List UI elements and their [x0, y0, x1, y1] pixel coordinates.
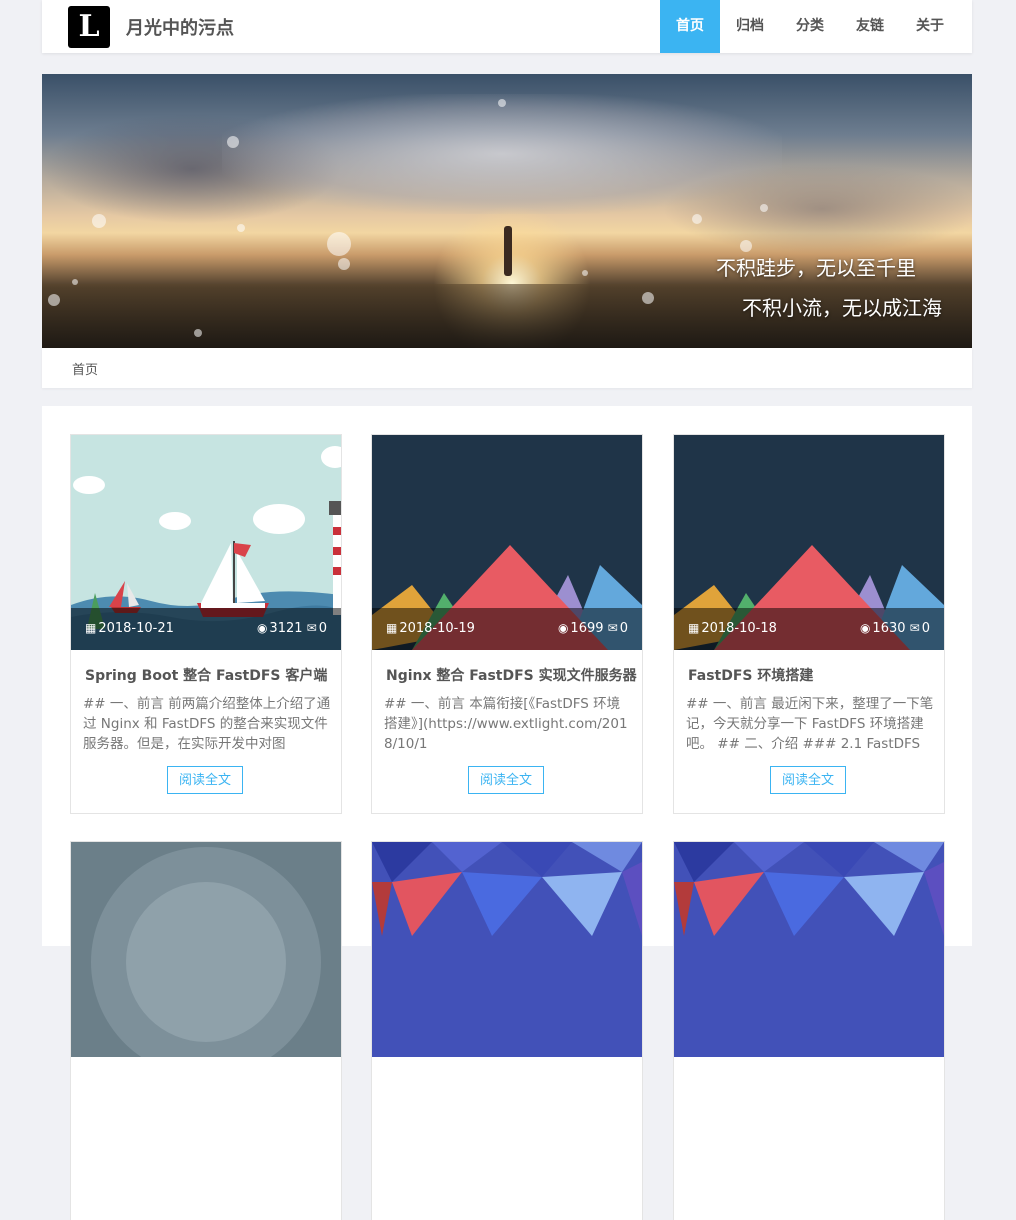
particle	[498, 99, 506, 107]
calendar-icon: ▦	[85, 621, 97, 635]
top-navbar: L 月光中的污点 首页 归档 分类 友链 关于	[42, 0, 972, 53]
post-excerpt: ## 一、前言 最近闲下来，整理了一下笔记，今天就分享一下 FastDFS 环境…	[686, 696, 934, 752]
post-thumbnail[interactable]	[674, 842, 944, 1057]
post-thumbnail[interactable]: ▦ 2018-10-18 ◉ 1630 ✉ 0	[674, 435, 944, 650]
post-card: ▦ 2018-10-18 ◉ 1630 ✉ 0 FastDFS 环境搭建 ## 一、前…	[673, 434, 945, 814]
particle	[338, 258, 350, 270]
post-views: 1630	[872, 621, 906, 636]
post-title[interactable]: Spring Boot 整合 FastDFS 客户端	[85, 665, 327, 685]
particle	[237, 224, 245, 232]
post-card	[70, 841, 342, 1220]
post-date: ▦ 2018-10-19	[386, 621, 475, 636]
calendar-icon: ▦	[688, 621, 700, 635]
post-date-text: 2018-10-18	[701, 621, 777, 636]
menu-item-links[interactable]: 友链	[840, 0, 900, 53]
post-title[interactable]: FastDFS 环境搭建	[688, 665, 813, 685]
post-stats: ◉ 1699 ✉ 0	[558, 621, 628, 636]
comment-icon: ✉	[306, 621, 317, 635]
post-card: ▦ 2018-10-21 ◉ 3121 ✉ 0 Spring Boot 整合 Fast…	[70, 434, 342, 814]
particle	[327, 232, 351, 256]
banner-cloud	[662, 164, 972, 254]
post-list: ▦ 2018-10-21 ◉ 3121 ✉ 0 Spring Boot 整合 Fast…	[42, 406, 972, 1220]
banner-figure	[504, 226, 512, 276]
post-date-text: 2018-10-21	[98, 621, 174, 636]
calendar-icon: ▦	[386, 621, 398, 635]
post-meta-bar: ▦ 2018-10-18 ◉ 1630 ✉ 0	[674, 608, 944, 650]
post-excerpt: ## 一、前言 前两篇介绍整体上介绍了通过 Nginx 和 FastDFS 的整…	[83, 696, 331, 752]
post-card	[673, 841, 945, 1220]
menu-item-category[interactable]: 分类	[780, 0, 840, 53]
post-date: ▦ 2018-10-21	[85, 621, 174, 636]
post-stats: ◉ 1630 ✉ 0	[860, 621, 930, 636]
post-date-text: 2018-10-19	[399, 621, 475, 636]
breadcrumb: 首页	[42, 348, 972, 388]
particle	[642, 292, 654, 304]
post-date: ▦ 2018-10-18	[688, 621, 777, 636]
post-thumbnail[interactable]	[372, 842, 642, 1057]
particle	[72, 279, 78, 285]
comment-icon: ✉	[909, 621, 920, 635]
read-more-button[interactable]: 阅读全文	[167, 766, 243, 794]
post-comments: 0	[921, 621, 930, 636]
post-thumbnail[interactable]: ▦ 2018-10-21 ◉ 3121 ✉ 0	[71, 435, 341, 650]
hero-banner: 不积跬步，无以至千里 不积小流，无以成江海	[42, 74, 972, 348]
read-more-button[interactable]: 阅读全文	[468, 766, 544, 794]
post-views: 1699	[570, 621, 604, 636]
post-card: ▦ 2018-10-19 ◉ 1699 ✉ 0 Nginx 整合 FastDFS 实现…	[371, 434, 643, 814]
menu-item-archive[interactable]: 归档	[720, 0, 780, 53]
circles-illustration	[71, 842, 341, 1057]
post-card	[371, 841, 643, 1220]
post-thumbnail[interactable]	[71, 842, 341, 1057]
menu-item-about[interactable]: 关于	[900, 0, 960, 53]
particle	[227, 136, 239, 148]
particle	[692, 214, 702, 224]
post-excerpt: ## 一、前言 本篇衔接[《FastDFS 环境搭建》](https://www…	[384, 696, 628, 752]
post-views: 3121	[269, 621, 303, 636]
breadcrumb-home[interactable]: 首页	[72, 359, 98, 378]
post-stats: ◉ 3121 ✉ 0	[257, 621, 327, 636]
particle	[92, 214, 106, 228]
polygon-illustration	[372, 842, 642, 1057]
particle	[760, 204, 768, 212]
site-title[interactable]: 月光中的污点	[126, 14, 234, 40]
eye-icon: ◉	[859, 621, 871, 635]
particle	[582, 270, 588, 276]
comment-icon: ✉	[607, 621, 618, 635]
site-logo[interactable]: L	[68, 6, 110, 48]
banner-quote-line-2: 不积小流，无以成江海	[742, 296, 942, 320]
particle	[740, 240, 752, 252]
post-meta-bar: ▦ 2018-10-21 ◉ 3121 ✉ 0	[71, 608, 341, 650]
menu-item-home[interactable]: 首页	[660, 0, 720, 53]
post-thumbnail[interactable]: ▦ 2018-10-19 ◉ 1699 ✉ 0	[372, 435, 642, 650]
polygon-illustration	[674, 842, 944, 1057]
eye-icon: ◉	[557, 621, 569, 635]
post-title[interactable]: Nginx 整合 FastDFS 实现文件服务器	[386, 665, 637, 685]
eye-icon: ◉	[256, 621, 268, 635]
post-comments: 0	[318, 621, 327, 636]
main-menu: 首页 归档 分类 友链 关于	[660, 0, 960, 53]
post-meta-bar: ▦ 2018-10-19 ◉ 1699 ✉ 0	[372, 608, 642, 650]
particle	[194, 329, 202, 337]
read-more-button[interactable]: 阅读全文	[770, 766, 846, 794]
banner-quote-line-1: 不积跬步，无以至千里	[716, 256, 916, 280]
post-comments: 0	[619, 621, 628, 636]
particle	[48, 294, 60, 306]
